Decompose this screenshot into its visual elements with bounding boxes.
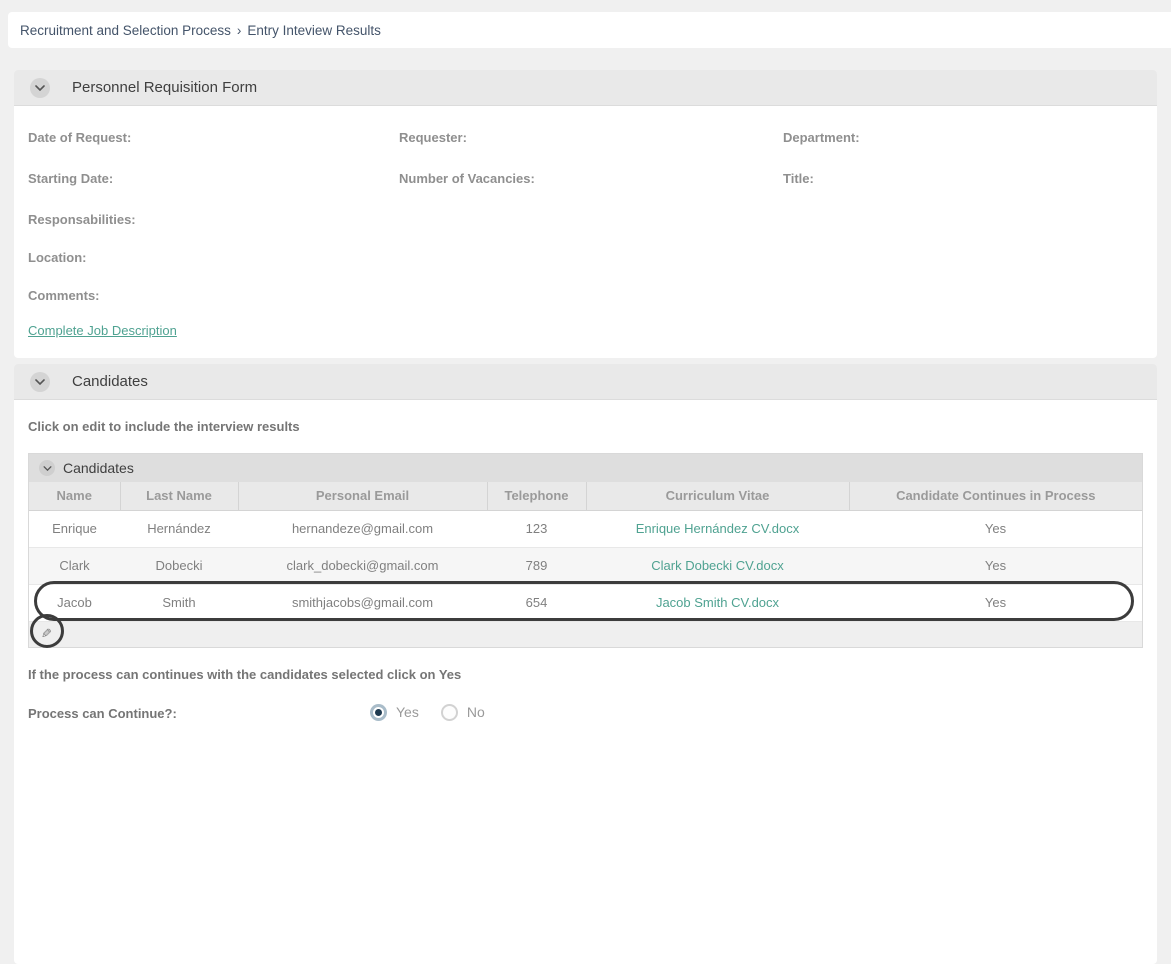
field-label-starting-date: Starting Date:	[28, 171, 113, 186]
field-label-date-of-request: Date of Request:	[28, 130, 131, 145]
cell-last-name: Hernández	[120, 510, 238, 547]
breadcrumb-separator: ›	[237, 23, 242, 38]
radio-yes[interactable]	[370, 704, 387, 721]
col-header-continues: Candidate Continues in Process	[849, 482, 1142, 510]
field-label-number-of-vacancies: Number of Vacancies:	[399, 171, 535, 186]
candidates-grid: Candidates Name Last Name Personal Email…	[28, 453, 1143, 648]
breadcrumb: Recruitment and Selection Process › Entr…	[8, 12, 1171, 48]
field-label-department: Department:	[783, 130, 860, 145]
col-header-name: Name	[29, 482, 120, 510]
table-row[interactable]: Enrique Hernández hernandeze@gmail.com 1…	[29, 510, 1142, 547]
collapse-chevron-icon[interactable]	[39, 460, 55, 476]
personnel-section-header[interactable]: Personnel Requisition Form	[14, 70, 1157, 106]
collapse-chevron-icon[interactable]	[30, 372, 50, 392]
cell-continues: Yes	[849, 584, 1142, 621]
radio-yes-label: Yes	[396, 704, 419, 720]
cell-name: Jacob	[29, 584, 120, 621]
cell-name: Enrique	[29, 510, 120, 547]
edit-icon[interactable]: ✎	[41, 626, 52, 642]
col-header-curriculum-vitae: Curriculum Vitae	[586, 482, 849, 510]
breadcrumb-item-current: Entry Inteview Results	[247, 23, 381, 38]
cell-continues: Yes	[849, 547, 1142, 584]
cell-email: smithjacobs@gmail.com	[238, 584, 487, 621]
candidates-grid-footer: ✎	[29, 622, 1142, 647]
radio-no[interactable]	[441, 704, 458, 721]
cell-continues: Yes	[849, 510, 1142, 547]
cell-email: hernandeze@gmail.com	[238, 510, 487, 547]
process-continue-label: Process can Continue?:	[28, 706, 177, 721]
cell-last-name: Smith	[120, 584, 238, 621]
radio-no-label: No	[467, 704, 485, 720]
personnel-section-title: Personnel Requisition Form	[72, 79, 257, 96]
col-header-telephone: Telephone	[487, 482, 586, 510]
candidates-section-title: Candidates	[72, 373, 148, 390]
candidates-grid-header[interactable]: Candidates	[29, 454, 1142, 482]
col-header-last-name: Last Name	[120, 482, 238, 510]
cv-file-link[interactable]: Enrique Hernández CV.docx	[636, 521, 800, 536]
edit-instruction-text: Click on edit to include the interview r…	[28, 419, 1157, 434]
complete-job-description-link[interactable]: Complete Job Description	[28, 323, 177, 338]
field-label-responsabilities: Responsabilities:	[28, 212, 136, 227]
process-continue-question: Process can Continue?: Yes No	[14, 704, 1157, 724]
collapse-chevron-icon[interactable]	[30, 78, 50, 98]
personnel-form-body: Date of Request: Requester: Department: …	[14, 106, 1157, 357]
field-label-location: Location:	[28, 250, 87, 265]
personnel-requisition-panel: Personnel Requisition Form Date of Reque…	[14, 70, 1157, 358]
cell-last-name: Dobecki	[120, 547, 238, 584]
table-row[interactable]: Jacob Smith smithjacobs@gmail.com 654 Ja…	[29, 584, 1142, 621]
cell-telephone: 123	[487, 510, 586, 547]
continue-instruction-text: If the process can continues with the ca…	[28, 667, 1157, 682]
cell-telephone: 789	[487, 547, 586, 584]
candidates-section-header[interactable]: Candidates	[14, 364, 1157, 400]
field-label-title: Title:	[783, 171, 814, 186]
cell-email: clark_dobecki@gmail.com	[238, 547, 487, 584]
breadcrumb-item-process[interactable]: Recruitment and Selection Process	[20, 23, 231, 38]
cv-file-link[interactable]: Clark Dobecki CV.docx	[651, 558, 783, 573]
table-header-row: Name Last Name Personal Email Telephone …	[29, 482, 1142, 510]
process-continue-radio-group: Yes No	[370, 704, 507, 721]
cell-name: Clark	[29, 547, 120, 584]
candidates-panel: Candidates Click on edit to include the …	[14, 364, 1157, 964]
table-row[interactable]: Clark Dobecki clark_dobecki@gmail.com 78…	[29, 547, 1142, 584]
candidates-grid-title: Candidates	[63, 460, 134, 476]
col-header-personal-email: Personal Email	[238, 482, 487, 510]
cell-telephone: 654	[487, 584, 586, 621]
field-label-comments: Comments:	[28, 288, 100, 303]
page-root: { "breadcrumb": { "items": ["Recruitment…	[0, 0, 1171, 727]
field-label-requester: Requester:	[399, 130, 467, 145]
cv-file-link[interactable]: Jacob Smith CV.docx	[656, 595, 779, 610]
candidates-table: Name Last Name Personal Email Telephone …	[29, 482, 1142, 622]
